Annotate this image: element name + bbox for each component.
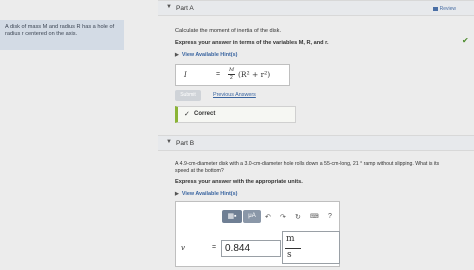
part-b-instruction: Express your answer with the appropriate… (175, 179, 303, 185)
value-input[interactable]: 0.844 (221, 240, 281, 257)
unit-fraction-bar (285, 248, 301, 249)
previous-answers-link[interactable]: Previous Answers (213, 92, 256, 98)
units-input[interactable]: m s (282, 231, 340, 264)
part-b-question-line-2: speed at the bottom? (175, 167, 224, 174)
part-a-instruction: Express your answer in terms of the vari… (175, 40, 329, 46)
part-a-answer-eq: = (216, 71, 221, 78)
part-b-answer-box: ▦▪ μA ↶ ↷ ↻ ⌨ ? v = 0.844 m s (175, 201, 340, 267)
part-b-answer-eq: = (212, 244, 217, 251)
help-button[interactable]: ? (328, 213, 332, 220)
problem-statement-panel: A disk of mass M and radius R has a hole… (0, 20, 124, 50)
keyboard-icon[interactable]: ⌨ (310, 213, 319, 220)
correct-label: Correct (194, 111, 216, 117)
value-input-text: 0.844 (225, 243, 251, 254)
part-a-question: Calculate the moment of inertia of the d… (175, 28, 282, 34)
correct-check-icon: ✓ (184, 111, 190, 118)
review-icon (432, 6, 438, 11)
part-b-hints-label: View Available Hint(s) (181, 191, 238, 197)
unit-denominator: s (287, 250, 292, 260)
part-b-header[interactable]: ▼ Part B (158, 135, 474, 151)
review-label: Review (439, 6, 456, 12)
part-a-header[interactable]: ▼ Part A Review (158, 0, 474, 16)
part-a-answer-box: I = M 2 (R² + r²) (175, 64, 290, 86)
part-a-submit-button[interactable]: Submit (175, 90, 201, 101)
problem-text-line-2: radius r centered on the axis. (5, 31, 78, 37)
part-a-coef-den: 2 (230, 75, 233, 81)
unit-numerator: m (286, 234, 295, 244)
problem-text-line-1: A disk of mass M and radius R has a hole… (5, 24, 115, 30)
part-a-title: Part A (176, 5, 194, 12)
part-a-coef-num: M (229, 67, 235, 73)
templates-icon: ▦▪ (227, 213, 237, 220)
collapse-chevron-icon[interactable]: ▼ (166, 139, 172, 145)
part-b-question-line-1: A 4.9-cm-diameter disk with a 3.0-cm-dia… (175, 161, 440, 167)
units-button[interactable]: μA (243, 210, 261, 223)
main-content: ▼ Part A Review Calculate the moment of … (158, 0, 474, 270)
undo-icon[interactable]: ↶ (265, 213, 271, 221)
collapse-chevron-icon[interactable]: ▼ (166, 4, 172, 10)
templates-button[interactable]: ▦▪ (222, 210, 242, 223)
part-a-answer-expr: (R² + r²) (238, 70, 271, 79)
part-b-hints-toggle[interactable]: ▶ View Available Hint(s) (175, 191, 237, 197)
expand-triangle-icon: ▶ (175, 52, 179, 58)
expand-triangle-icon: ▶ (175, 191, 179, 197)
part-a-answer-lhs: I (184, 71, 187, 79)
correct-feedback: ✓ Correct (175, 106, 296, 123)
part-b-answer-lhs: v (181, 244, 185, 252)
part-b-question: A 4.9-cm-diameter disk with a 3.0-cm-dia… (175, 161, 471, 174)
part-a-hints-label: View Available Hint(s) (181, 52, 238, 58)
redo-icon[interactable]: ↷ (280, 213, 286, 221)
part-b-title: Part B (176, 140, 195, 147)
reset-icon[interactable]: ↻ (295, 213, 301, 221)
review-link[interactable]: Review (432, 6, 456, 12)
part-a-hints-toggle[interactable]: ▶ View Available Hint(s) (175, 52, 237, 58)
